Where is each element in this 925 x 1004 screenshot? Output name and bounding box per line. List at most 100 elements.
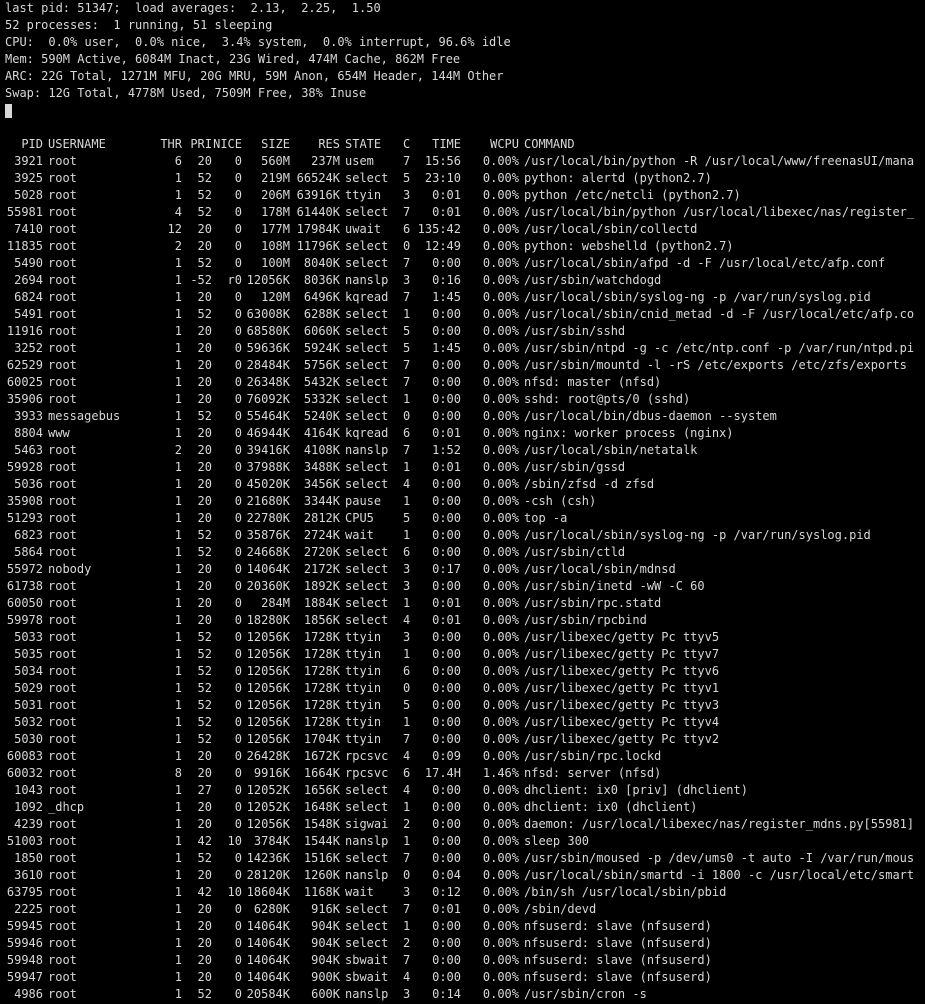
state-cell: select [345, 460, 389, 474]
username-cell: root [48, 630, 77, 644]
cpu-core-cell: 1 [403, 392, 411, 406]
pri-cell: 52 [197, 307, 212, 321]
res-cell: 2724K [303, 528, 340, 542]
nice-cell: 0 [234, 817, 242, 831]
nice-cell: 0 [234, 477, 242, 491]
cpu-core-cell: 0 [403, 868, 411, 882]
cpu-core-cell: 4 [403, 477, 411, 491]
res-cell: 1728K [303, 715, 340, 729]
cpu-core-cell: 7 [403, 953, 411, 967]
username-cell: root [48, 511, 77, 525]
state-cell: select [345, 919, 389, 933]
wcpu-cell: 0.00% [482, 834, 519, 848]
cpu-core-cell: 1 [403, 715, 411, 729]
pid-cell: 4986 [14, 987, 43, 1001]
wcpu-cell: 0.00% [482, 494, 519, 508]
thr-cell: 1 [174, 290, 182, 304]
wcpu-cell: 0.00% [482, 970, 519, 984]
command-cell: /usr/sbin/watchdogd [524, 273, 662, 287]
pri-cell: 20 [197, 919, 212, 933]
thr-cell: 1 [174, 579, 182, 593]
res-cell: 1548K [303, 817, 340, 831]
command-cell: /usr/local/sbin/afpd -d -F /usr/local/et… [524, 256, 886, 270]
cpu-core-cell: 3 [403, 885, 411, 899]
pid-cell: 5032 [14, 715, 43, 729]
nice-cell: 0 [234, 851, 242, 865]
table-row: 60050 root 1 20 0 284M 1884K select 1 0:01 0.00% /u… [5, 595, 925, 612]
pid-cell: 62529 [6, 358, 43, 372]
cpu-core-cell: 7 [403, 732, 411, 746]
terminal-window[interactable]: last pid: 51347; load averages: 2.13, 2.… [0, 0, 925, 1004]
thr-cell: 1 [174, 800, 182, 814]
thr-cell: 1 [174, 460, 182, 474]
command-cell: nfsuserd: slave (nfsuserd) [524, 936, 712, 950]
pri-cell: 20 [197, 392, 212, 406]
res-cell: 5432K [303, 375, 340, 389]
table-row: 5491 root 1 52 0 63008K 6288K select 1 0:00 0.00% /… [5, 306, 925, 323]
time-cell: 0:00 [432, 834, 461, 848]
header-command: COMMAND [524, 137, 575, 151]
command-cell: /usr/libexec/getty Pc ttyv2 [524, 732, 720, 746]
pri-cell: 52 [197, 171, 212, 185]
username-cell: root [48, 783, 77, 797]
res-cell: 237M [311, 154, 340, 168]
username-cell: root [48, 987, 77, 1001]
thr-cell: 1 [174, 987, 182, 1001]
username-cell: root [48, 392, 77, 406]
table-row: 3252 root 1 20 0 59636K 5924K select 5 1:45 0.00% /… [5, 340, 925, 357]
time-cell: 0:00 [432, 630, 461, 644]
state-cell: select [345, 579, 389, 593]
command-cell: daemon: /usr/local/libexec/nas/register_… [524, 817, 915, 831]
table-row: 1850 root 1 52 0 14236K 1516K select 7 0:00 0.00% /… [5, 850, 925, 867]
thr-cell: 1 [174, 511, 182, 525]
wcpu-cell: 0.00% [482, 919, 519, 933]
thr-cell: 1 [174, 698, 182, 712]
cpu-core-cell: 5 [403, 511, 411, 525]
nice-cell: 0 [234, 494, 242, 508]
pri-cell: 52 [197, 409, 212, 423]
state-cell: select [345, 562, 389, 576]
wcpu-cell: 0.00% [482, 698, 519, 712]
pri-cell: -52 [190, 273, 212, 287]
pid-cell: 35906 [6, 392, 43, 406]
pri-cell: 20 [197, 970, 212, 984]
res-cell: 1168K [303, 885, 340, 899]
nice-cell: 0 [234, 800, 242, 814]
size-cell: 12056K [246, 630, 290, 644]
time-cell: 0:00 [432, 307, 461, 321]
nice-cell: 0 [234, 426, 242, 440]
table-row: 51293 root 1 20 0 22780K 2812K CPU5 5 0:00 0.00% to… [5, 510, 925, 527]
cpu-core-cell: 6 [403, 426, 411, 440]
res-cell: 1516K [303, 851, 340, 865]
command-cell: /usr/sbin/sshd [524, 324, 626, 338]
wcpu-cell: 0.00% [482, 987, 519, 1001]
size-cell: 12056K [246, 817, 290, 831]
command-prompt-line[interactable] [5, 102, 925, 119]
state-cell: select [345, 239, 389, 253]
time-cell: 0:01 [432, 460, 461, 474]
res-cell: 6288K [303, 307, 340, 321]
res-cell: 3344K [303, 494, 340, 508]
wcpu-cell: 0.00% [482, 817, 519, 831]
table-row: 5028 root 1 52 0 206M 63916K ttyin 3 0:01 0.00% pyt… [5, 187, 925, 204]
username-cell: root [48, 919, 77, 933]
size-cell: 108M [261, 239, 290, 253]
nice-cell: 0 [234, 307, 242, 321]
time-cell: 0:00 [432, 375, 461, 389]
pid-cell: 5028 [14, 188, 43, 202]
time-cell: 15:56 [424, 154, 461, 168]
pid-cell: 3933 [14, 409, 43, 423]
wcpu-cell: 0.00% [482, 188, 519, 202]
thr-cell: 1 [174, 528, 182, 542]
size-cell: 26428K [246, 749, 290, 763]
pri-cell: 52 [197, 698, 212, 712]
command-cell: python: alertd (python2.7) [524, 171, 712, 185]
cpu-core-cell: 4 [403, 783, 411, 797]
cpu-core-cell: 3 [403, 273, 411, 287]
wcpu-cell: 0.00% [482, 171, 519, 185]
wcpu-cell: 0.00% [482, 885, 519, 899]
table-row: 51003 root 1 42 10 3784K 1544K nanslp 1 0:00 0.00%… [5, 833, 925, 850]
res-cell: 1656K [303, 783, 340, 797]
time-cell: 0:00 [432, 953, 461, 967]
process-table-body: 3921 root 6 20 0 560M 237M usem 7 15:56 0.00%/usr/… [5, 153, 925, 1004]
